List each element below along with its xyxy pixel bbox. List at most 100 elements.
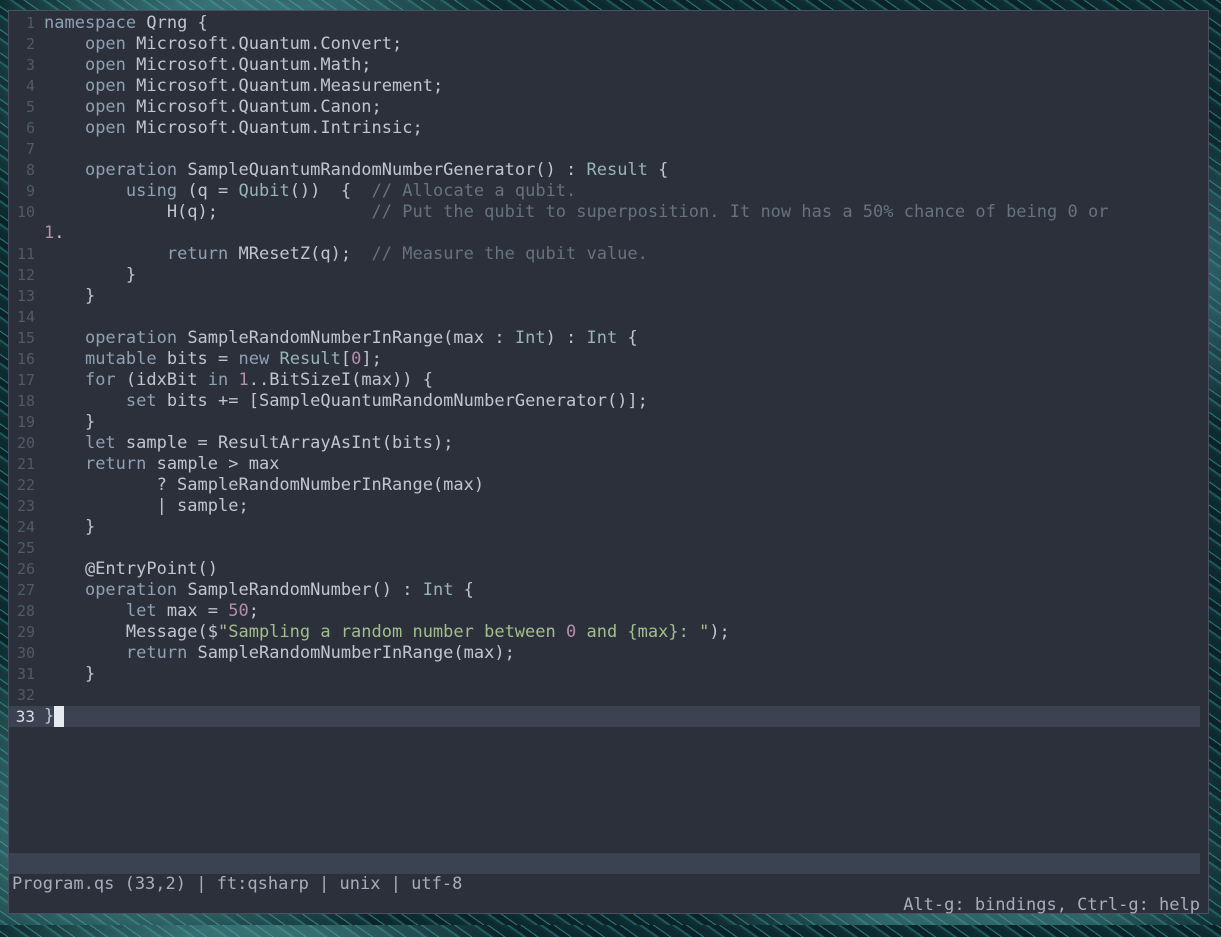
- code-line[interactable]: 24 }: [9, 517, 1208, 538]
- line-text[interactable]: return sample > max: [44, 454, 279, 475]
- code-line[interactable]: 1 namespace Qrng {: [9, 13, 1208, 34]
- code-line[interactable]: 14: [9, 307, 1208, 328]
- line-number: 23: [16, 497, 35, 515]
- code-line[interactable]: 6 open Microsoft.Quantum.Intrinsic;: [9, 118, 1208, 139]
- code-line[interactable]: 27 operation SampleRandomNumber() : Int …: [9, 580, 1208, 601]
- code-line[interactable]: 9 using (q = Qubit()) { // Allocate a qu…: [9, 181, 1208, 202]
- line-number: 10: [16, 203, 35, 221]
- line-number: 18: [16, 392, 35, 410]
- line-number: 17: [16, 371, 35, 389]
- line-text[interactable]: Message($"Sampling a random number betwe…: [44, 622, 730, 643]
- code-line[interactable]: 23 | sample;: [9, 496, 1208, 517]
- code-line[interactable]: 11 return MResetZ(q); // Measure the qub…: [9, 244, 1208, 265]
- code-line[interactable]: 22 ? SampleRandomNumberInRange(max): [9, 475, 1208, 496]
- code-line[interactable]: 5 open Microsoft.Quantum.Canon;: [9, 97, 1208, 118]
- line-number: 8: [25, 161, 35, 179]
- line-number: 13: [16, 287, 35, 305]
- text-cursor: [54, 706, 65, 727]
- code-line[interactable]: 15 operation SampleRandomNumberInRange(m…: [9, 328, 1208, 349]
- line-number: 9: [25, 182, 35, 200]
- code-line[interactable]: 7: [9, 139, 1208, 160]
- code-line[interactable]: 20 let sample = ResultArrayAsInt(bits);: [9, 433, 1208, 454]
- code-line[interactable]: 10 H(q); // Put the qubit to superpositi…: [9, 202, 1208, 223]
- status-file-info: Program.qs (33,2) | ft:qsharp | unix | u…: [12, 874, 463, 894]
- line-text[interactable]: }: [44, 664, 95, 685]
- line-text[interactable]: }: [44, 517, 95, 538]
- code-editor[interactable]: 1 namespace Qrng {2 open Microsoft.Quantu…: [9, 13, 1208, 727]
- line-number: 1: [25, 14, 35, 32]
- line-number: 3: [25, 56, 35, 74]
- code-line[interactable]: 21 return sample > max: [9, 454, 1208, 475]
- line-text[interactable]: operation SampleQuantumRandomNumberGener…: [44, 160, 668, 181]
- line-number: 27: [16, 581, 35, 599]
- line-text[interactable]: let sample = ResultArrayAsInt(bits);: [44, 433, 453, 454]
- line-number: 22: [16, 476, 35, 494]
- code-line[interactable]: 30 return SampleRandomNumberInRange(max)…: [9, 643, 1208, 664]
- line-text[interactable]: return MResetZ(q); // Measure the qubit …: [44, 244, 648, 265]
- line-number: 26: [16, 560, 35, 578]
- line-number: 24: [16, 518, 35, 536]
- line-text[interactable]: H(q); // Put the qubit to superposition.…: [44, 202, 1109, 223]
- line-number: 6: [25, 119, 35, 137]
- code-line[interactable]: 1.: [9, 223, 1208, 244]
- code-line[interactable]: 12 }: [9, 265, 1208, 286]
- line-number: 21: [16, 455, 35, 473]
- editor-window: 1 namespace Qrng {2 open Microsoft.Quantu…: [8, 10, 1209, 915]
- line-number: 32: [16, 686, 35, 704]
- code-line[interactable]: 13 }: [9, 286, 1208, 307]
- line-text[interactable]: let max = 50;: [44, 601, 259, 622]
- line-number: 29: [16, 623, 35, 641]
- line-text[interactable]: 1.: [44, 223, 65, 244]
- code-line[interactable]: 8 operation SampleQuantumRandomNumberGen…: [9, 160, 1208, 181]
- status-bar: Program.qs (33,2) | ft:qsharp | unix | u…: [9, 853, 1200, 915]
- code-line[interactable]: 18 set bits += [SampleQuantumRandomNumbe…: [9, 391, 1208, 412]
- code-line[interactable]: 26 @EntryPoint(): [9, 559, 1208, 580]
- line-text[interactable]: open Microsoft.Quantum.Measurement;: [44, 76, 443, 97]
- line-number: 4: [25, 77, 35, 95]
- code-line[interactable]: 33}: [9, 706, 1200, 727]
- code-line[interactable]: 4 open Microsoft.Quantum.Measurement;: [9, 76, 1208, 97]
- line-text[interactable]: | sample;: [44, 496, 249, 517]
- line-text[interactable]: }: [44, 286, 95, 307]
- line-text[interactable]: open Microsoft.Quantum.Math;: [44, 55, 372, 76]
- code-line[interactable]: 28 let max = 50;: [9, 601, 1208, 622]
- line-text[interactable]: open Microsoft.Quantum.Canon;: [44, 97, 382, 118]
- line-text[interactable]: }: [44, 706, 65, 727]
- line-number: 12: [16, 266, 35, 284]
- line-number: 11: [16, 245, 35, 263]
- line-text[interactable]: set bits += [SampleQuantumRandomNumberGe…: [44, 391, 648, 412]
- line-text[interactable]: }: [44, 265, 136, 286]
- line-number: 16: [16, 350, 35, 368]
- line-text[interactable]: for (idxBit in 1..BitSizeI(max)) {: [44, 370, 433, 391]
- line-number: 33: [15, 707, 35, 726]
- status-help-hint: Alt-g: bindings, Ctrl-g: help: [903, 895, 1200, 915]
- line-text[interactable]: using (q = Qubit()) { // Allocate a qubi…: [44, 181, 576, 202]
- line-text[interactable]: open Microsoft.Quantum.Intrinsic;: [44, 118, 423, 139]
- code-line[interactable]: 17 for (idxBit in 1..BitSizeI(max)) {: [9, 370, 1208, 391]
- line-text[interactable]: operation SampleRandomNumberInRange(max …: [44, 328, 638, 349]
- code-line[interactable]: 2 open Microsoft.Quantum.Convert;: [9, 34, 1208, 55]
- code-line[interactable]: 3 open Microsoft.Quantum.Math;: [9, 55, 1208, 76]
- code-line[interactable]: 25: [9, 538, 1208, 559]
- line-text[interactable]: namespace Qrng {: [44, 13, 208, 34]
- line-number: 7: [25, 140, 35, 158]
- line-text[interactable]: ? SampleRandomNumberInRange(max): [44, 475, 485, 496]
- line-number: 31: [16, 665, 35, 683]
- code-line[interactable]: 19 }: [9, 412, 1208, 433]
- code-line[interactable]: 16 mutable bits = new Result[0];: [9, 349, 1208, 370]
- line-number: 25: [16, 539, 35, 557]
- code-line[interactable]: 29 Message($"Sampling a random number be…: [9, 622, 1208, 643]
- line-number: 20: [16, 434, 35, 452]
- line-text[interactable]: operation SampleRandomNumber() : Int {: [44, 580, 474, 601]
- code-line[interactable]: 32: [9, 685, 1208, 706]
- line-text[interactable]: return SampleRandomNumberInRange(max);: [44, 643, 515, 664]
- line-text[interactable]: @EntryPoint(): [44, 559, 218, 580]
- line-text[interactable]: mutable bits = new Result[0];: [44, 349, 382, 370]
- line-text[interactable]: open Microsoft.Quantum.Convert;: [44, 34, 402, 55]
- line-number: 15: [16, 329, 35, 347]
- line-number: 28: [16, 602, 35, 620]
- line-text[interactable]: }: [44, 412, 95, 433]
- line-number: 14: [16, 308, 35, 326]
- line-number: 19: [16, 413, 35, 431]
- code-line[interactable]: 31 }: [9, 664, 1208, 685]
